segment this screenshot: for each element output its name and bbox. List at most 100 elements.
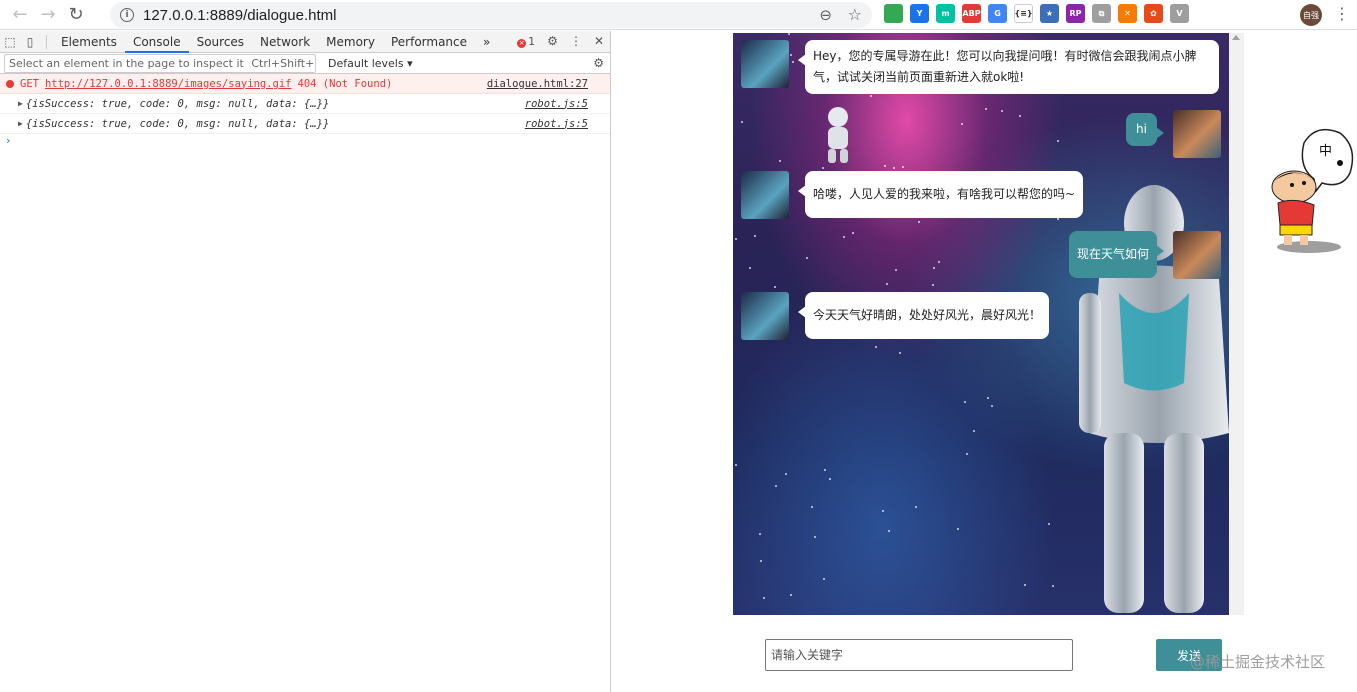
request-url-link[interactable]: http://127.0.0.1:8889/images/saying.gif — [45, 78, 292, 90]
error-count-badge[interactable]: × 1 — [517, 35, 535, 48]
background-star — [932, 284, 934, 286]
background-star — [1048, 523, 1050, 525]
inspect-shortcut: Ctrl+Shift+C — [251, 56, 316, 70]
inspect-tooltip: Select an element in the page to inspect… — [4, 53, 316, 73]
error-icon — [6, 79, 14, 88]
background-star — [888, 530, 890, 532]
ext-abp-icon[interactable]: ABP — [962, 4, 981, 23]
tab-console[interactable]: Console — [124, 31, 189, 53]
background-star — [829, 478, 831, 480]
close-icon[interactable]: ✕ — [594, 34, 604, 48]
site-info-icon[interactable]: i — [120, 8, 134, 22]
more-tabs-button[interactable]: » — [475, 31, 498, 53]
background-star — [735, 464, 737, 466]
console-prompt[interactable]: › — [0, 134, 610, 150]
background-star — [1019, 115, 1021, 117]
ext-12-icon[interactable]: V — [1170, 4, 1189, 23]
background-star — [895, 269, 897, 271]
background-star — [933, 267, 935, 269]
ext-10-icon[interactable]: ✕ — [1118, 4, 1137, 23]
address-url[interactable]: 127.0.0.1:8889/dialogue.html — [143, 7, 336, 24]
profile-avatar[interactable]: 自强 — [1300, 4, 1322, 26]
console-log-row[interactable]: ▶ {isSuccess: true, code: 0, msg: null, … — [0, 94, 610, 114]
background-star — [966, 453, 968, 455]
devtools-panel: ⬚ ▯ Elements Console Sources Network Mem… — [0, 31, 611, 692]
chat-bubble: 现在天气如何 — [1068, 231, 1165, 278]
background-star — [760, 560, 762, 562]
ext-rp-icon[interactable]: RP — [1066, 4, 1085, 23]
background-star — [775, 485, 777, 487]
console-settings-icon[interactable]: ⚙ — [593, 56, 604, 70]
watermark-text: @稀土掘金技术社区 — [1190, 653, 1326, 671]
ext-3-icon[interactable]: m — [936, 4, 955, 23]
ext-1-icon[interactable] — [884, 4, 903, 23]
keyword-input[interactable] — [765, 639, 1073, 671]
address-bar[interactable]: i 127.0.0.1:8889/dialogue.html ⊖ ☆ — [110, 2, 872, 28]
tab-performance[interactable]: Performance — [383, 31, 475, 53]
background-star — [814, 536, 816, 538]
settings-gear-icon[interactable]: ⚙ — [547, 34, 558, 48]
background-star — [735, 238, 737, 240]
log-levels-dropdown[interactable]: Default levels ▾ — [328, 57, 413, 70]
chat-scrollbar[interactable] — [1229, 33, 1244, 615]
background-star — [991, 405, 993, 407]
chat-message-bot: 哈喽，人见人爱的我来啦，有啥我可以帮您的吗~ — [741, 171, 1084, 219]
background-star — [774, 286, 776, 288]
log-object[interactable]: {isSuccess: true, code: 0, msg: null, da… — [26, 118, 329, 130]
ext-11-icon[interactable]: ✿ — [1144, 4, 1163, 23]
zoom-icon[interactable]: ⊖ — [819, 6, 832, 24]
chat-bubble: Hey，您的专属导游在此！您可以向我提问哦！有时微信会跟我闹点小脾气，试试关闭当… — [798, 40, 1219, 94]
reload-icon[interactable]: ↻ — [62, 1, 90, 29]
background-star — [822, 167, 824, 169]
source-link[interactable]: robot.js:5 — [525, 118, 588, 130]
background-star — [902, 166, 904, 168]
browser-toolbar: ← → ↻ i 127.0.0.1:8889/dialogue.html ⊖ ☆… — [0, 0, 1357, 30]
background-star — [870, 95, 872, 97]
crayon-shinchan-mascot: 中 — [1271, 128, 1354, 253]
console-log-row[interactable]: ▶ {isSuccess: true, code: 0, msg: null, … — [0, 114, 610, 134]
mascot-speech-text: 中 — [1319, 144, 1332, 159]
background-star — [973, 430, 975, 432]
tab-network[interactable]: Network — [252, 31, 318, 53]
background-star — [1024, 584, 1026, 586]
ext-9-icon[interactable]: ⧉ — [1092, 4, 1111, 23]
background-star — [823, 578, 825, 580]
page-viewport: Hey，您的专属导游在此！您可以向我提问哦！有时微信会跟我闹点小脾气，试试关闭当… — [612, 31, 1357, 692]
bot-avatar — [741, 292, 789, 340]
expand-triangle-icon[interactable]: ▶ — [18, 119, 23, 128]
background-star — [759, 533, 761, 535]
background-star — [884, 165, 886, 167]
forward-arrow-icon[interactable]: → — [34, 1, 62, 29]
bookmark-star-icon[interactable]: ☆ — [848, 5, 862, 24]
chat-message-user: 现在天气如何 — [1068, 231, 1221, 279]
expand-triangle-icon[interactable]: ▶ — [18, 99, 23, 108]
console-error-row: GET http://127.0.0.1:8889/images/saying.… — [0, 74, 610, 94]
background-star — [915, 506, 917, 508]
source-link[interactable]: dialogue.html:27 — [487, 78, 588, 90]
browser-menu-icon[interactable]: ⋮ — [1334, 4, 1350, 23]
devtools-menu-icon[interactable]: ⋮ — [570, 34, 582, 48]
tab-sources[interactable]: Sources — [189, 31, 252, 53]
device-toolbar-icon[interactable]: ▯ — [20, 35, 40, 49]
ext-translate-icon[interactable]: G — [988, 4, 1007, 23]
ext-json-icon[interactable]: {≡} — [1014, 4, 1033, 23]
log-object[interactable]: {isSuccess: true, code: 0, msg: null, da… — [26, 98, 329, 110]
chat-input-row — [765, 639, 1073, 671]
background-star — [811, 506, 813, 508]
scroll-up-arrow-icon[interactable] — [1232, 35, 1240, 40]
background-star — [964, 401, 966, 403]
background-star — [785, 473, 787, 475]
background-star — [899, 352, 901, 354]
back-arrow-icon[interactable]: ← — [6, 1, 34, 29]
ext-7-icon[interactable]: ★ — [1040, 4, 1059, 23]
background-star — [806, 257, 808, 259]
background-star — [987, 397, 989, 399]
background-star — [843, 236, 845, 238]
tab-memory[interactable]: Memory — [318, 31, 383, 53]
source-link[interactable]: robot.js:5 — [525, 98, 588, 110]
background-star — [985, 108, 987, 110]
inspect-element-icon[interactable]: ⬚ — [0, 35, 20, 49]
chat-message-user: hi — [1126, 110, 1221, 158]
tab-elements[interactable]: Elements — [53, 31, 125, 53]
ext-2-icon[interactable]: Y — [910, 4, 929, 23]
